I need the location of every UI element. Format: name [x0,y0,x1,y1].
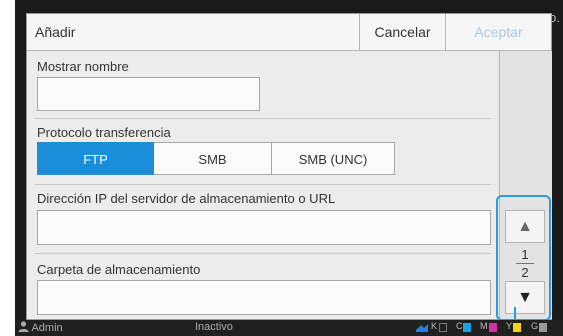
user-name: Admin [31,322,63,334]
protocol-smb-button[interactable]: SMB [154,142,272,175]
scroll-down-button[interactable]: ▼ [505,281,545,314]
status-bar: Admin Inactivo K C M Y G [15,320,563,336]
protocol-smb-unc-button[interactable]: SMB (UNC) [272,142,395,175]
divider [35,118,491,119]
ink-m-level [489,323,497,332]
divider [35,184,491,185]
display-name-field[interactable] [37,77,260,111]
ink-y-level [513,323,521,332]
form-content: Mostrar nombre Protocolo transferencia F… [27,51,497,319]
toner-icon [416,324,428,332]
dialog-title: Añadir [35,24,76,40]
ink-m-label: M [480,321,488,331]
divider [35,253,491,254]
status-user: Admin [18,321,63,334]
protocol-ftp-button[interactable]: FTP [37,142,154,175]
ink-k-label: K [431,321,438,331]
page-indicator: 1 2 [505,247,545,280]
protocol-selector: FTP SMB SMB (UNC) [37,142,395,175]
accept-button[interactable]: Aceptar [445,14,551,50]
triangle-down-icon: ▼ [517,289,533,306]
dialog-header: Añadir Cancelar Aceptar [27,14,551,51]
storage-folder-label: Carpeta de almacenamiento [37,262,201,277]
display-name-label: Mostrar nombre [37,59,129,74]
cancel-button[interactable]: Cancelar [359,14,445,50]
ink-g-label: G [531,321,539,331]
machine-state: Inactivo [195,321,233,333]
page-separator [516,263,534,264]
ink-y-label: Y [506,321,513,331]
protocol-label: Protocolo transferencia [37,125,171,140]
current-page: 1 [521,247,529,262]
storage-folder-field[interactable] [37,280,491,315]
ink-k-level [439,323,447,332]
ink-c-label: C [456,321,463,331]
ink-g-level [539,323,547,332]
scroll-up-button[interactable]: ▲ [505,210,545,243]
user-icon [18,321,29,332]
triangle-up-icon: ▲ [517,218,533,235]
server-address-label: Dirección IP del servidor de almacenamie… [37,191,336,206]
ink-c-level [463,323,471,332]
server-address-field[interactable] [37,210,491,245]
add-dialog: Añadir Cancelar Aceptar Mostrar nombre P… [26,13,552,321]
total-pages: 2 [521,265,529,280]
